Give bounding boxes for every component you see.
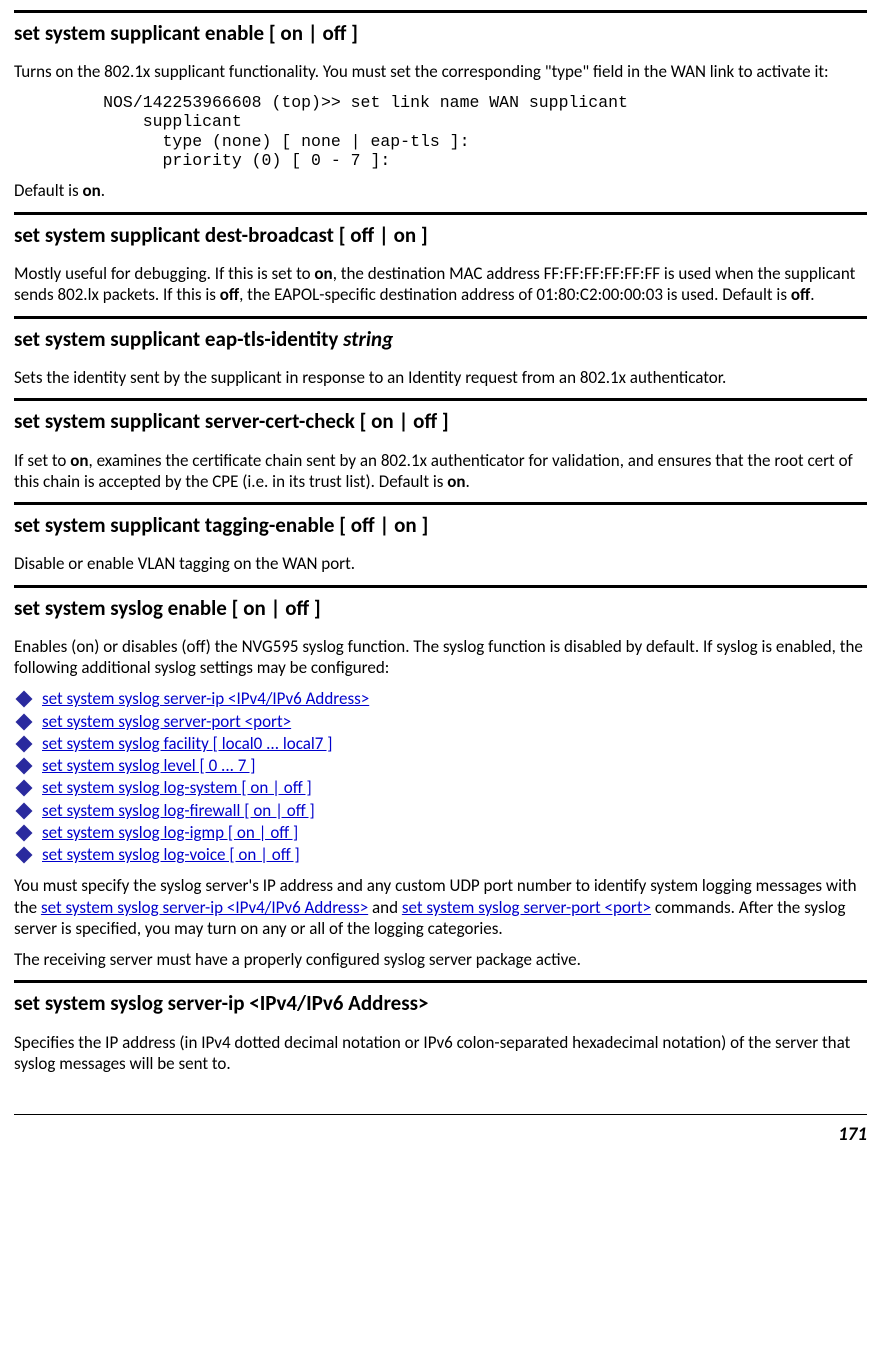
page-top-rule: [14, 10, 867, 13]
link-syslog-level[interactable]: set system syslog level [ 0 ... 7 ]: [42, 755, 255, 776]
heading-supplicant-enable: set system supplicant enable [ on | off …: [14, 19, 867, 47]
para-tagging-enable: Disable or enable VLAN tagging on the WA…: [14, 553, 867, 574]
link-syslog-log-igmp[interactable]: set system syslog log-igmp [ on | off ]: [42, 822, 298, 843]
list-item: set system syslog log-system [ on | off …: [14, 777, 867, 798]
section-divider: [14, 316, 867, 319]
footer-rule: [14, 1114, 867, 1115]
diamond-bullet-icon: [16, 802, 33, 819]
list-item: set system syslog facility [ local0 ... …: [14, 733, 867, 754]
list-item: set system syslog log-firewall [ on | of…: [14, 800, 867, 821]
link-syslog-log-firewall[interactable]: set system syslog log-firewall [ on | of…: [42, 800, 315, 821]
section-divider: [14, 980, 867, 983]
list-item: set system syslog server-ip <IPv4/IPv6 A…: [14, 688, 867, 709]
heading-syslog-enable: set system syslog enable [ on | off ]: [14, 594, 867, 622]
link-syslog-log-system[interactable]: set system syslog log-system [ on | off …: [42, 777, 312, 798]
list-item: set system syslog level [ 0 ... 7 ]: [14, 755, 867, 776]
para-syslog-enable-intro: Enables (on) or disables (off) the NVG59…: [14, 636, 867, 679]
para-supplicant-enable-default: Default is on.: [14, 180, 867, 201]
heading-eap-tls-identity: set system supplicant eap-tls-identity s…: [14, 325, 867, 353]
section-divider: [14, 398, 867, 401]
link-syslog-server-ip[interactable]: set system syslog server-ip <IPv4/IPv6 A…: [42, 688, 369, 709]
link-syslog-facility[interactable]: set system syslog facility [ local0 ... …: [42, 733, 332, 754]
heading-syslog-server-ip: set system syslog server-ip <IPv4/IPv6 A…: [14, 989, 867, 1017]
page-number: 171: [14, 1123, 867, 1147]
diamond-bullet-icon: [16, 735, 33, 752]
section-divider: [14, 585, 867, 588]
link-inline-server-ip[interactable]: set system syslog server-ip <IPv4/IPv6 A…: [41, 897, 368, 918]
list-item: set system syslog server-port <port>: [14, 711, 867, 732]
para-syslog-specify: You must specify the syslog server's IP …: [14, 875, 867, 939]
diamond-bullet-icon: [16, 691, 33, 708]
diamond-bullet-icon: [16, 713, 33, 730]
diamond-bullet-icon: [16, 824, 33, 841]
diamond-bullet-icon: [16, 780, 33, 797]
list-item: set system syslog log-igmp [ on | off ]: [14, 822, 867, 843]
code-block-supplicant: NOS/142253966608 (top)>> set link name W…: [14, 93, 867, 171]
para-server-cert-check: If set to on, examines the certificate c…: [14, 450, 867, 493]
diamond-bullet-icon: [16, 847, 33, 864]
section-divider: [14, 212, 867, 215]
para-syslog-receiver: The receiving server must have a properl…: [14, 949, 867, 970]
diamond-bullet-icon: [16, 758, 33, 775]
para-dest-broadcast: Mostly useful for debugging. If this is …: [14, 263, 867, 306]
para-supplicant-enable-intro: Turns on the 802.1x supplicant functiona…: [14, 61, 867, 82]
section-divider: [14, 502, 867, 505]
link-syslog-server-port[interactable]: set system syslog server-port <port>: [42, 711, 291, 732]
para-eap-tls-identity: Sets the identity sent by the supplicant…: [14, 367, 867, 388]
link-inline-server-port[interactable]: set system syslog server-port <port>: [402, 897, 651, 918]
para-syslog-server-ip: Specifies the IP address (in IPv4 dotted…: [14, 1032, 867, 1075]
link-syslog-log-voice[interactable]: set system syslog log-voice [ on | off ]: [42, 844, 300, 865]
list-item: set system syslog log-voice [ on | off ]: [14, 844, 867, 865]
heading-server-cert-check: set system supplicant server-cert-check …: [14, 407, 867, 435]
syslog-links-list: set system syslog server-ip <IPv4/IPv6 A…: [14, 688, 867, 865]
heading-dest-broadcast: set system supplicant dest-broadcast [ o…: [14, 221, 867, 249]
heading-tagging-enable: set system supplicant tagging-enable [ o…: [14, 511, 867, 539]
